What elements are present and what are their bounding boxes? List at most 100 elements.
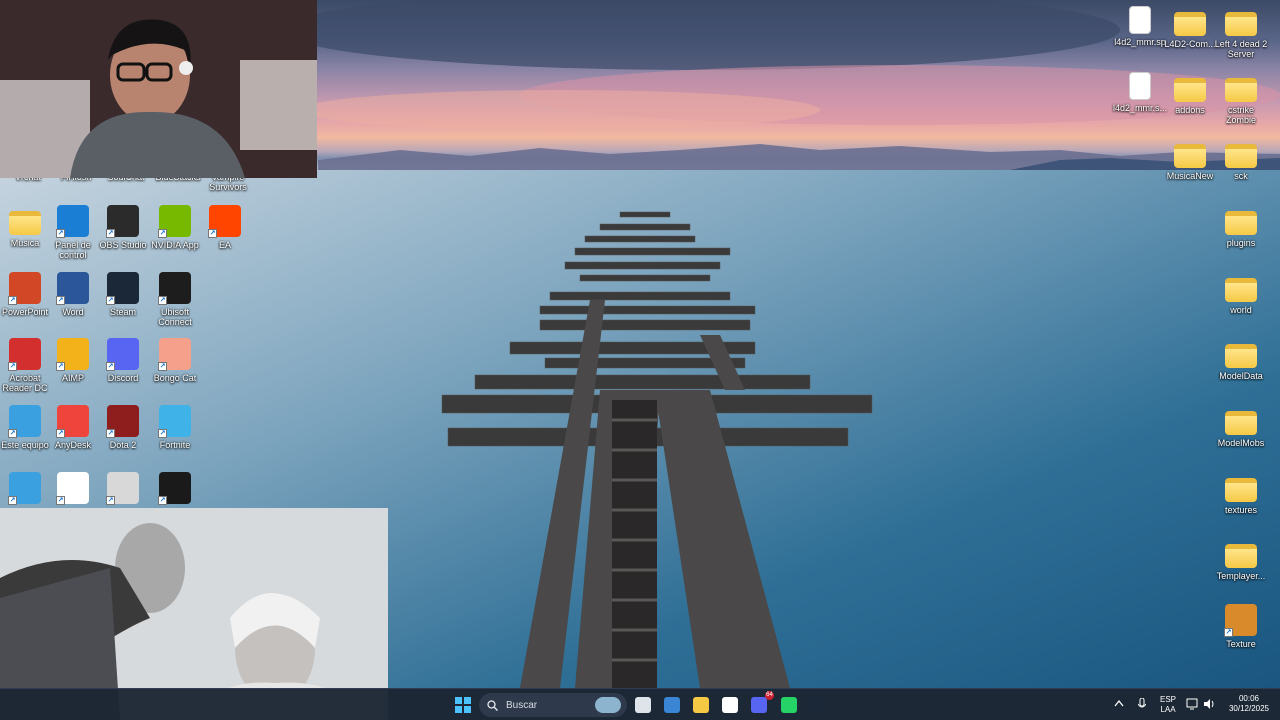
desktop-icon-label: cstrike Zombie [1225, 105, 1256, 125]
start-button[interactable] [452, 694, 474, 716]
desktop-icon-fortnite[interactable]: ↗ Fortnite [147, 405, 203, 450]
ubisoft-icon: ↗ [158, 272, 191, 305]
shortcut-arrow-icon: ↗ [106, 429, 115, 438]
desktop-icon-templayer[interactable]: Templayer... [1213, 538, 1269, 581]
desktop-icon-label: Steam [109, 307, 136, 317]
task-view-icon [635, 697, 651, 713]
desktop-icon-textures[interactable]: textures [1213, 472, 1269, 515]
folder-icon [1174, 12, 1206, 36]
acrobat-icon: ↗ [8, 338, 41, 371]
shortcut-arrow-icon: ↗ [56, 496, 65, 505]
desktop-icon-label: Templayer... [1216, 571, 1266, 581]
microphone-icon[interactable] [1137, 697, 1147, 714]
desktop-icon-label: Discord [107, 373, 139, 383]
desktop-icon-aimp[interactable]: ↗ AIMP [45, 338, 101, 383]
network-icon[interactable] [1186, 698, 1199, 713]
shortcut-arrow-icon: ↗ [106, 296, 115, 305]
search-placeholder: Buscar [506, 699, 538, 711]
desktop-icon-dead-rising-3-icon[interactable]: ↗ [147, 472, 203, 507]
desktop-icon-label: OBS Studio [99, 240, 147, 250]
desktop-icon-label: l4d2_mmr.sp [1114, 37, 1166, 47]
volume-icon[interactable] [1203, 698, 1215, 713]
desktop-icon-l4d2-mmr-sp[interactable]: l4d2_mmr.sp [1112, 6, 1168, 47]
clock-date: 30/12/2025 [1228, 704, 1270, 713]
desktop-icon-left-4-dead-2-server[interactable]: Left 4 dead 2 Server [1213, 6, 1269, 59]
desktop-icon-modelmobs[interactable]: ModelMobs [1213, 405, 1269, 448]
counter-strike-icon: ↗ [106, 472, 139, 505]
desktop-icon-ubisoft-connect[interactable]: ↗ Ubisoft Connect [147, 272, 203, 327]
shortcut-arrow-icon: ↗ [106, 496, 115, 505]
desktop-icon-obs-studio[interactable]: ↗ OBS Studio [95, 205, 151, 250]
burger-icon: ↗ [1224, 604, 1257, 637]
desktop-icon-label: MusicaNew [1166, 171, 1214, 181]
file-icon [1129, 6, 1151, 34]
desktop-icon-addons[interactable]: addons [1162, 72, 1218, 115]
desktop-icon-l4d2-com[interactable]: L4D2-Com... [1162, 6, 1218, 49]
desktop-icon-label: Word [62, 307, 84, 317]
powerpoint-icon: ↗ [8, 272, 41, 305]
desktop-icon-ea[interactable]: ↗ EA [197, 205, 253, 250]
webcam-person [0, 0, 317, 178]
desktop-icon-bongo-cat[interactable]: ↗ Bongo Cat [147, 338, 203, 383]
desktop-icon-word[interactable]: ↗ Word [45, 272, 101, 317]
search-highlight-icon [595, 697, 621, 713]
folder-icon [1174, 144, 1206, 168]
shortcut-arrow-icon: ↗ [158, 362, 167, 371]
this-pc-icon: ↗ [8, 405, 41, 438]
taskbar-chrome-button[interactable] [719, 694, 741, 716]
discord-icon: ↗ [106, 338, 139, 371]
taskbar: Buscar 64 ESP LAA 00:06 30/12/2025 [0, 688, 1280, 720]
folder-icon [1225, 211, 1257, 235]
desktop-icon-label: ModelData [1219, 371, 1263, 381]
shortcut-arrow-icon: ↗ [8, 362, 17, 371]
show-hidden-icons[interactable] [1114, 699, 1124, 710]
desktop-icon-cstrike-zombie[interactable]: cstrike Zombie [1213, 72, 1269, 125]
desktop-icon-label: textures [1224, 505, 1257, 515]
desktop-icon-plugins[interactable]: plugins [1213, 205, 1269, 248]
desktop-icon-texture[interactable]: ↗ Texture [1213, 604, 1269, 649]
nvidia-icon: ↗ [158, 205, 191, 238]
desktop-icon-panel-de-control[interactable]: ↗ Panel de control [45, 205, 101, 260]
desktop-icon-modeldata[interactable]: ModelData [1213, 338, 1269, 381]
desktop-icon-nvidia-app[interactable]: ↗ NVIDIA App [147, 205, 203, 250]
taskbar-search[interactable]: Buscar [479, 693, 627, 717]
desktop-icon-world[interactable]: world [1213, 272, 1269, 315]
shortcut-arrow-icon: ↗ [56, 362, 65, 371]
shortcut-arrow-icon: ↗ [158, 496, 167, 505]
desktop-icon-sck[interactable]: sck [1213, 138, 1269, 181]
desktop-icon-label: addons [1175, 105, 1205, 115]
taskbar-discord-button[interactable]: 64 [748, 691, 774, 716]
desktop-icon-anydesk[interactable]: ↗ AnyDesk [45, 405, 101, 450]
whatsapp-icon [781, 697, 797, 713]
desktop-icon-chrome-icon[interactable]: ↗ [45, 472, 101, 507]
desktop-icon-label: EA [218, 240, 231, 250]
clock[interactable]: 00:06 30/12/2025 [1224, 694, 1274, 714]
file-icon [1129, 72, 1151, 100]
taskbar-task-view-button[interactable] [632, 694, 654, 716]
clock-time: 00:06 [1238, 694, 1260, 703]
desktop-icon-musicanew[interactable]: MusicaNew [1162, 138, 1218, 181]
taskbar-store-button[interactable] [661, 694, 683, 716]
taskbar-steam-button[interactable] [807, 694, 829, 716]
anydesk-icon: ↗ [56, 405, 89, 438]
taskbar-whatsapp-button[interactable] [778, 694, 800, 716]
desktop-icon-label: L4D2-Com... [1164, 39, 1216, 49]
shortcut-arrow-icon: ↗ [106, 229, 115, 238]
desktop-icon-l4d2-mmr-s[interactable]: l4d2_mmr.s... [1112, 72, 1168, 113]
shortcut-arrow-icon: ↗ [1224, 628, 1233, 637]
taskbar-file-explorer-button[interactable] [690, 694, 712, 716]
desktop-icon-counter-strike-icon[interactable]: ↗ [95, 472, 151, 507]
fortnite-icon: ↗ [158, 405, 191, 438]
shortcut-arrow-icon: ↗ [158, 229, 167, 238]
language-indicator[interactable]: ESP LAA [1156, 695, 1180, 715]
folder-icon [1225, 478, 1257, 502]
shortcut-arrow-icon: ↗ [8, 429, 17, 438]
folder-icon [1225, 344, 1257, 368]
desktop-icon-discord[interactable]: ↗ Discord [95, 338, 151, 383]
desktop-icon-label: world [1230, 305, 1252, 315]
shortcut-arrow-icon: ↗ [56, 229, 65, 238]
desktop-icon-dota-2[interactable]: ↗ Dota 2 [95, 405, 151, 450]
desktop-icon-steam[interactable]: ↗ Steam [95, 272, 151, 317]
webcam-overlay [0, 0, 317, 178]
desktop-icon-label: Dota 2 [109, 440, 137, 450]
